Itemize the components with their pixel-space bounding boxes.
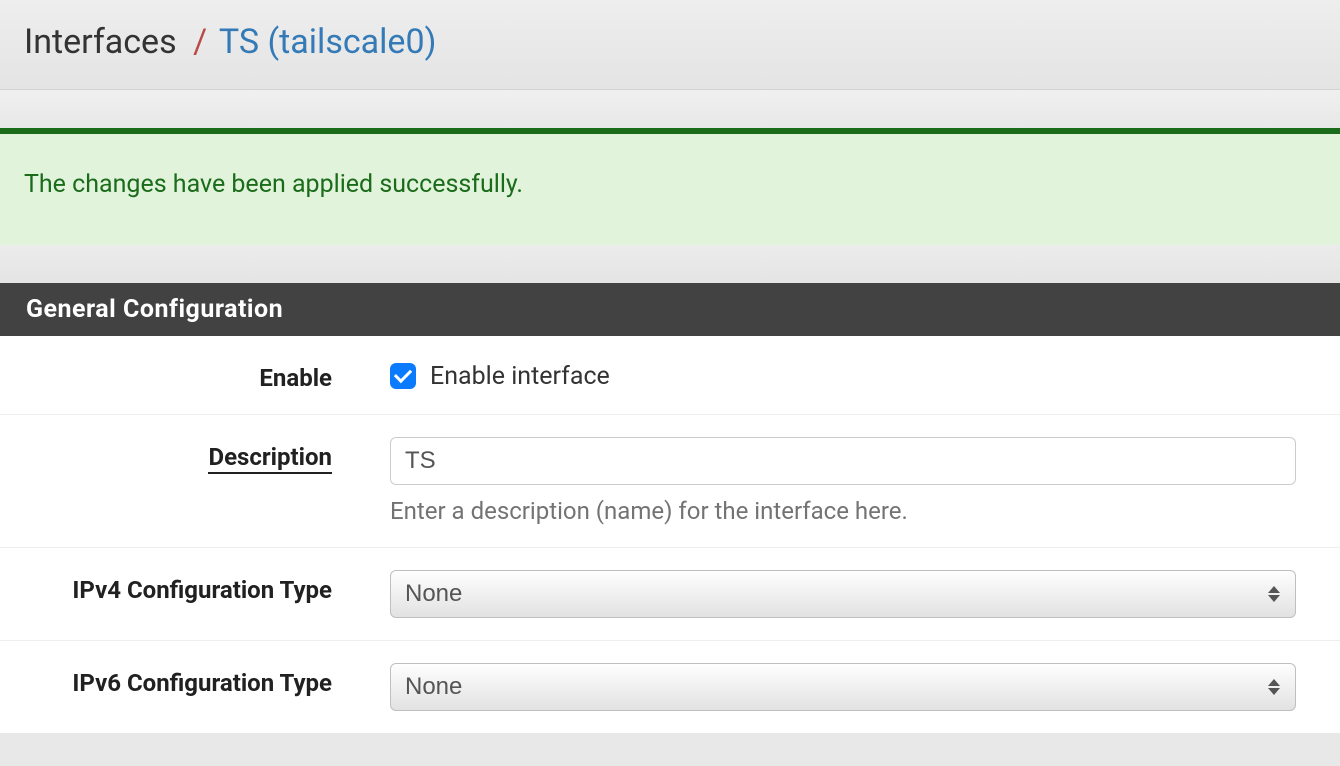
ipv4-select-wrap: None xyxy=(390,570,1296,618)
success-alert: The changes have been applied successful… xyxy=(0,128,1340,245)
alert-message: The changes have been applied successful… xyxy=(24,170,523,199)
description-input[interactable] xyxy=(390,437,1296,485)
label-description: Description xyxy=(0,437,390,471)
checkbox-wrap: Enable interface xyxy=(390,358,1296,391)
control-description: Enter a description (name) for the inter… xyxy=(390,437,1340,525)
panel-heading: General Configuration xyxy=(0,283,1340,336)
breadcrumb-root[interactable]: Interfaces xyxy=(24,22,177,62)
enable-checkbox-label[interactable]: Enable interface xyxy=(430,362,610,391)
control-ipv4: None xyxy=(390,570,1340,618)
label-ipv6: IPv6 Configuration Type xyxy=(0,663,390,697)
ipv6-select-wrap: None xyxy=(390,663,1296,711)
description-help: Enter a description (name) for the inter… xyxy=(390,497,1296,525)
panel-body: Enable Enable interface Description Ente… xyxy=(0,336,1340,733)
form-row-ipv6: IPv6 Configuration Type None xyxy=(0,641,1340,733)
page-header: Interfaces / TS (tailscale0) xyxy=(0,0,1340,90)
ipv4-select[interactable]: None xyxy=(390,570,1296,618)
breadcrumb-separator: / xyxy=(193,22,207,62)
control-ipv6: None xyxy=(390,663,1340,711)
label-ipv4: IPv4 Configuration Type xyxy=(0,570,390,604)
form-row-description: Description Enter a description (name) f… xyxy=(0,415,1340,548)
spacer xyxy=(0,245,1340,283)
enable-checkbox[interactable] xyxy=(390,363,416,389)
spacer xyxy=(0,90,1340,128)
form-row-ipv4: IPv4 Configuration Type None xyxy=(0,548,1340,641)
label-enable: Enable xyxy=(0,358,390,392)
panel-title: General Configuration xyxy=(26,295,283,324)
control-enable: Enable interface xyxy=(390,358,1340,391)
ipv6-select[interactable]: None xyxy=(390,663,1296,711)
breadcrumb-current[interactable]: TS (tailscale0) xyxy=(219,22,437,62)
breadcrumb: Interfaces / TS (tailscale0) xyxy=(24,22,1316,63)
form-row-enable: Enable Enable interface xyxy=(0,336,1340,415)
